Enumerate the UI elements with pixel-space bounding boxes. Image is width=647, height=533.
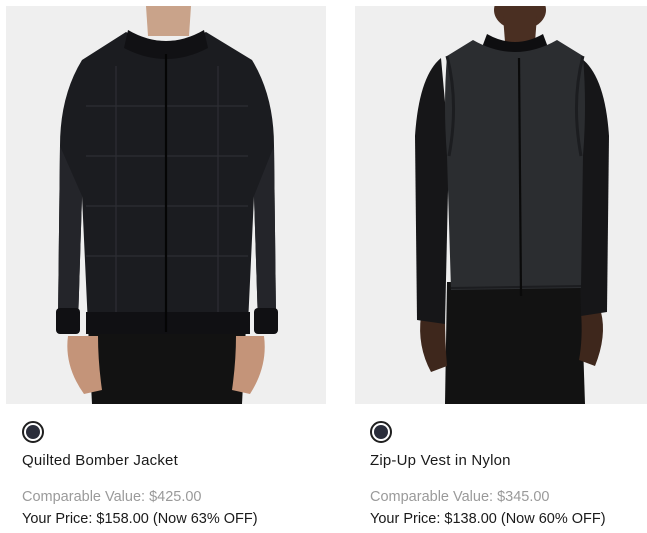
comparable-value: Comparable Value: $345.00 bbox=[370, 489, 550, 505]
your-price: Your Price: $158.00 (Now 63% OFF) bbox=[22, 511, 258, 527]
product-image-bomber-jacket[interactable] bbox=[6, 6, 326, 404]
product-name[interactable]: Zip-Up Vest in Nylon bbox=[370, 452, 511, 469]
product-card[interactable]: Quilted Bomber Jacket Comparable Value: … bbox=[6, 0, 326, 527]
zip-up-vest-illustration bbox=[355, 6, 647, 404]
color-swatch-black[interactable] bbox=[22, 421, 44, 443]
product-card[interactable]: Zip-Up Vest in Nylon Comparable Value: $… bbox=[355, 0, 647, 527]
bomber-jacket-illustration bbox=[6, 6, 326, 404]
product-image-zip-up-vest[interactable] bbox=[355, 6, 647, 404]
your-price: Your Price: $138.00 (Now 60% OFF) bbox=[370, 511, 606, 527]
product-name[interactable]: Quilted Bomber Jacket bbox=[22, 452, 178, 469]
comparable-value: Comparable Value: $425.00 bbox=[22, 489, 202, 505]
color-swatch-black[interactable] bbox=[370, 421, 392, 443]
